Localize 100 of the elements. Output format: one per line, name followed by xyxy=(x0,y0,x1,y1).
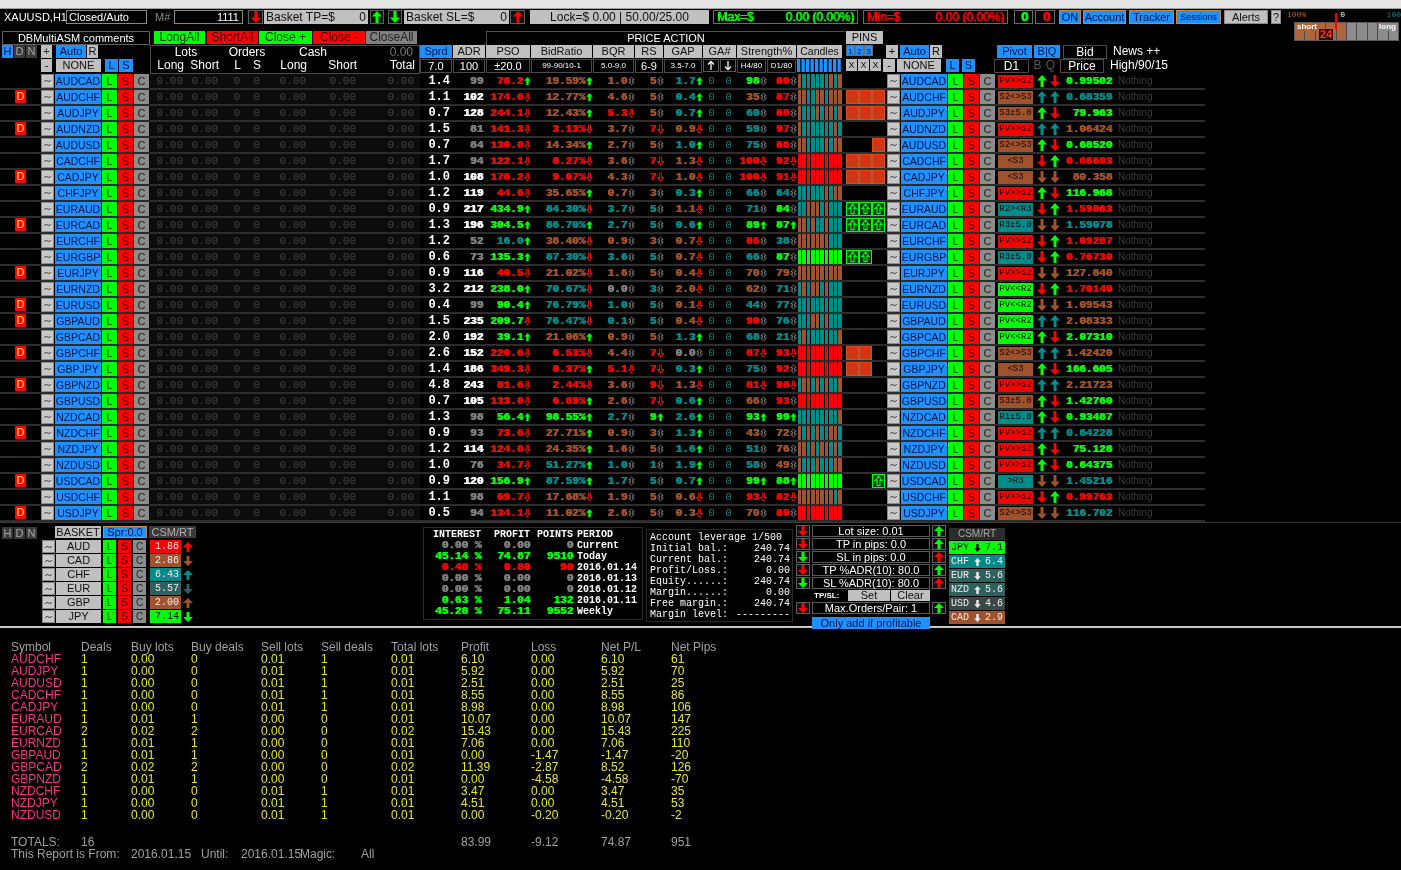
tilde-button[interactable] xyxy=(41,394,54,408)
column-header-button[interactable]: Sprd xyxy=(420,45,452,58)
tilde-button[interactable] xyxy=(887,282,900,296)
close-position-button[interactable]: C xyxy=(980,106,996,120)
buy-button[interactable]: L xyxy=(103,568,116,581)
tilde-button[interactable] xyxy=(42,540,55,553)
close-position-button[interactable]: C xyxy=(134,282,150,296)
timeframe-button[interactable]: D xyxy=(14,45,25,58)
tilde-button[interactable] xyxy=(887,298,900,312)
sell-button[interactable]: S xyxy=(964,250,980,264)
buy-button[interactable]: L xyxy=(948,250,964,264)
remove-button[interactable]: - xyxy=(41,59,52,72)
tilde-button[interactable] xyxy=(41,474,54,488)
sell-button[interactable]: S xyxy=(964,74,980,88)
buy-button[interactable]: L xyxy=(948,74,964,88)
tilde-button[interactable] xyxy=(887,314,900,328)
close-position-button[interactable]: C xyxy=(134,426,150,440)
close-position-button[interactable]: C xyxy=(134,250,150,264)
buy-button[interactable]: L xyxy=(102,426,118,440)
currency-button[interactable]: CHF xyxy=(56,568,101,581)
sell-button[interactable]: S xyxy=(964,410,980,424)
symbol-button[interactable]: AUDJPY xyxy=(55,106,101,120)
buy-button[interactable]: L xyxy=(102,218,118,232)
sell-button[interactable]: S xyxy=(118,186,134,200)
sell-button[interactable]: S xyxy=(964,330,980,344)
symbol-button[interactable]: USDJPY xyxy=(901,506,947,520)
sell-button[interactable]: S xyxy=(118,266,134,280)
buy-button[interactable]: L xyxy=(102,346,118,360)
sell-button[interactable]: S xyxy=(964,90,980,104)
buy-button[interactable]: L xyxy=(948,346,964,360)
buy-button[interactable]: L xyxy=(948,234,964,248)
symbol-button[interactable]: CHFJPY xyxy=(901,186,947,200)
sell-button[interactable]: S xyxy=(118,170,134,184)
buy-button[interactable]: L xyxy=(102,298,118,312)
long-toggle[interactable]: L xyxy=(946,59,959,72)
symbol-button[interactable]: NZDCAD xyxy=(901,410,947,424)
column-header-button[interactable]: GA# xyxy=(703,45,736,58)
sell-button[interactable]: S xyxy=(118,490,134,504)
symbol-button[interactable]: GBPJPY xyxy=(901,362,947,376)
tilde-button[interactable] xyxy=(887,74,900,88)
tilde-button[interactable] xyxy=(41,490,54,504)
symbol-button[interactable]: USDJPY xyxy=(55,506,101,520)
reset-button[interactable]: R xyxy=(87,45,98,58)
symbol-button[interactable]: AUDCAD xyxy=(55,74,101,88)
close-position-button[interactable]: C xyxy=(133,610,146,623)
symbol-button[interactable]: CADCHF xyxy=(901,154,947,168)
long-toggle[interactable]: L xyxy=(105,59,118,72)
tilde-button[interactable] xyxy=(41,90,54,104)
symbol-button[interactable]: EURAUD xyxy=(55,202,101,216)
tilde-button[interactable] xyxy=(887,330,900,344)
close-position-button[interactable]: C xyxy=(980,410,996,424)
column-header-button[interactable]: BidRatio xyxy=(531,45,592,58)
symbol-button[interactable]: EURCHF xyxy=(901,234,947,248)
buy-button[interactable]: L xyxy=(948,266,964,280)
buy-button[interactable]: L xyxy=(102,90,118,104)
symbol-button[interactable]: USDCHF xyxy=(55,490,101,504)
tilde-button[interactable] xyxy=(41,170,54,184)
toolbar-button[interactable]: Tracker xyxy=(1129,10,1174,24)
close-position-button[interactable]: C xyxy=(134,394,150,408)
tilde-button[interactable] xyxy=(41,138,54,152)
close-position-button[interactable]: C xyxy=(134,458,150,472)
tilde-button[interactable] xyxy=(41,298,54,312)
close-position-button[interactable]: C xyxy=(133,554,146,567)
sell-button[interactable]: S xyxy=(118,154,134,168)
close-position-button[interactable]: C xyxy=(980,394,996,408)
clear-button[interactable]: Clear xyxy=(891,590,930,601)
tilde-button[interactable] xyxy=(41,282,54,296)
tilde-button[interactable] xyxy=(887,490,900,504)
close-position-button[interactable]: C xyxy=(134,154,150,168)
buy-button[interactable]: L xyxy=(102,170,118,184)
symbol-button[interactable]: EURJPY xyxy=(901,266,947,280)
remove-button[interactable]: - xyxy=(883,59,895,72)
sell-button[interactable]: S xyxy=(964,490,980,504)
symbol-button[interactable]: GBPJPY xyxy=(55,362,101,376)
symbol-button[interactable]: AUDJPY xyxy=(901,106,947,120)
buy-button[interactable]: L xyxy=(948,314,964,328)
buy-button[interactable]: L xyxy=(103,582,116,595)
symbol-button[interactable]: USDCAD xyxy=(901,474,947,488)
set-button[interactable]: Set xyxy=(848,590,890,601)
buy-button[interactable]: L xyxy=(948,202,964,216)
timeframe-button[interactable]: N xyxy=(26,45,37,58)
buy-button[interactable]: L xyxy=(948,154,964,168)
close-position-button[interactable]: C xyxy=(980,154,996,168)
column-header-button[interactable]: GAP xyxy=(664,45,702,58)
currency-button[interactable]: AUD xyxy=(56,540,101,553)
buy-button[interactable]: L xyxy=(102,282,118,296)
close-position-button[interactable]: C xyxy=(134,298,150,312)
add-button[interactable]: + xyxy=(41,45,52,58)
action-button[interactable]: ShortAll xyxy=(207,31,258,44)
sell-button[interactable]: S xyxy=(118,378,134,392)
buy-button[interactable]: L xyxy=(103,596,116,609)
tilde-button[interactable] xyxy=(887,474,900,488)
toolbar-button[interactable]: ? xyxy=(1271,10,1281,24)
close-position-button[interactable]: C xyxy=(980,186,996,200)
close-position-button[interactable]: C xyxy=(134,218,150,232)
sell-button[interactable]: S xyxy=(964,362,980,376)
buy-button[interactable]: L xyxy=(948,362,964,376)
sell-button[interactable]: S xyxy=(964,314,980,328)
currency-button[interactable]: JPY xyxy=(56,610,101,623)
close-position-button[interactable]: C xyxy=(980,202,996,216)
